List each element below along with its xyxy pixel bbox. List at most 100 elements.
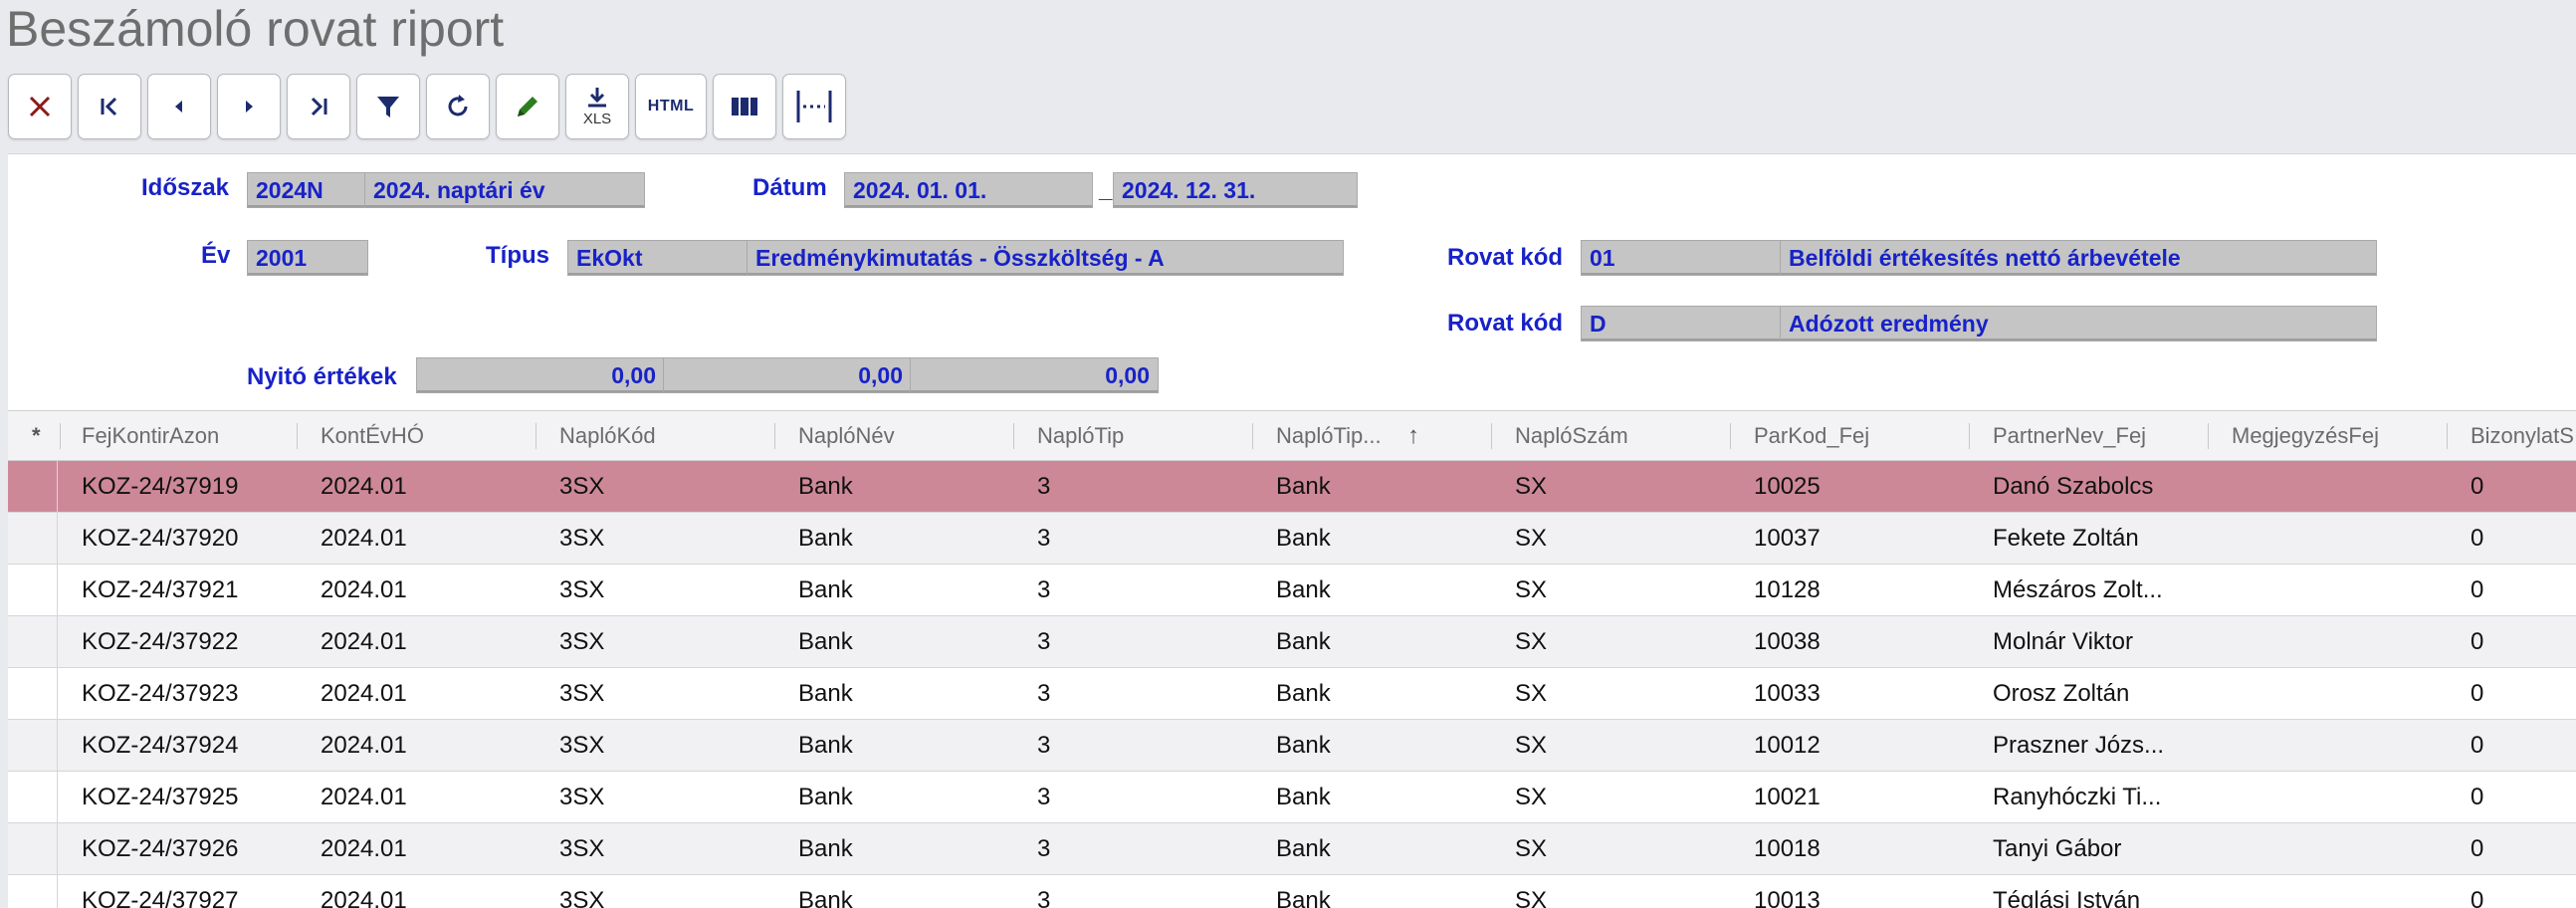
page-title: Beszámoló rovat riport: [6, 1, 505, 57]
table-row[interactable]: KOZ-24/37919 2024.01 3SX Bank 3 Bank SX 10025 Da…: [8, 461, 2576, 513]
column-header-naplotip-nev[interactable]: NaplóTip...: [1268, 411, 1417, 461]
cell-naplonev: Bank: [798, 732, 853, 759]
nyito-ertek-1-field[interactable]: 0,00: [416, 357, 665, 393]
cell-naplotip: 3: [1037, 732, 1051, 759]
close-button[interactable]: [8, 74, 72, 139]
table-row[interactable]: KOZ-24/37924 2024.01 3SX Bank 3 Bank SX 10012 Pr…: [8, 720, 2576, 772]
cell-naplokod: 3SX: [559, 835, 605, 862]
cell-naplotip-nev: Bank: [1276, 680, 1331, 707]
cell-fejkontirazon: KOZ-24/37920: [82, 525, 239, 552]
cell-partnernev-fej: Praszner Józs...: [1993, 732, 2165, 759]
filter-button[interactable]: [356, 74, 420, 139]
tipus-code-field[interactable]: EkOkt: [567, 240, 756, 276]
table-row[interactable]: KOZ-24/37927 2024.01 3SX Bank 3 Bank SX 10013 Té…: [8, 875, 2576, 908]
cell-parkod-fej: 10012: [1754, 732, 1821, 759]
ev-field[interactable]: 2001: [247, 240, 368, 276]
row-marker[interactable]: [8, 513, 58, 565]
rovat-kod-2-code-field[interactable]: D: [1581, 306, 1792, 341]
row-marker[interactable]: [8, 823, 58, 875]
cell-naplonev: Bank: [798, 473, 853, 500]
row-marker[interactable]: [8, 616, 58, 668]
datum-to-field[interactable]: 2024. 12. 31.: [1113, 172, 1358, 208]
grid-header: * FejKontirAzon KontÉvHÓ NaplóKód NaplóN…: [8, 411, 2576, 461]
nyito-ertekek-label: Nyitó értékek: [247, 363, 397, 390]
cell-naplotip-nev: Bank: [1276, 525, 1331, 552]
refresh-button[interactable]: [426, 74, 490, 139]
column-header-partnernev-fej[interactable]: PartnerNev_Fej: [1985, 411, 2204, 461]
filter-form: Időszak 2024N 2024. naptári év Dátum 202…: [8, 153, 2576, 410]
cell-naplotip: 3: [1037, 887, 1051, 908]
table-row[interactable]: KOZ-24/37923 2024.01 3SX Bank 3 Bank SX 10033 Or…: [8, 668, 2576, 720]
cell-fejkontirazon: KOZ-24/37925: [82, 784, 239, 810]
row-marker[interactable]: [8, 668, 58, 720]
columns-button[interactable]: [713, 74, 776, 139]
column-header-fejkontirazon[interactable]: FejKontirAzon: [74, 411, 293, 461]
cell-megjegyzesfej: [2224, 513, 2453, 565]
cell-partnernev-fej: Danó Szabolcs: [1993, 473, 2154, 500]
nyito-ertek-3-field[interactable]: 0,00: [910, 357, 1159, 393]
cell-parkod-fej: 10021: [1754, 784, 1821, 810]
column-width-button[interactable]: [782, 74, 846, 139]
cell-kontevho: 2024.01: [321, 680, 407, 707]
row-marker[interactable]: [8, 461, 58, 513]
idoszak-code-field[interactable]: 2024N: [247, 172, 372, 208]
column-header-naplotip[interactable]: NaplóTip: [1029, 411, 1248, 461]
filter-icon: [377, 97, 399, 117]
edit-button[interactable]: [496, 74, 559, 139]
cell-parkod-fej: 10025: [1754, 473, 1821, 500]
rovat-kod-1-code-field[interactable]: 01: [1581, 240, 1792, 276]
previous-record-button[interactable]: [147, 74, 211, 139]
column-header-naplonev[interactable]: NaplóNév: [790, 411, 1009, 461]
table-row[interactable]: KOZ-24/37926 2024.01 3SX Bank 3 Bank SX 10018 Ta…: [8, 823, 2576, 875]
cell-naplotip: 3: [1037, 473, 1051, 500]
cell-naplotip-nev: Bank: [1276, 732, 1331, 759]
cell-bizonylat: 0: [2470, 680, 2484, 707]
cell-naplonev: Bank: [798, 835, 853, 862]
cell-naplotip: 3: [1037, 628, 1051, 655]
cell-megjegyzesfej: [2224, 616, 2453, 668]
sort-ascending-icon[interactable]: ↑: [1407, 411, 1419, 461]
cell-kontevho: 2024.01: [321, 784, 407, 810]
table-row[interactable]: KOZ-24/37921 2024.01 3SX Bank 3 Bank SX 10128 Mé…: [8, 565, 2576, 616]
cell-partnernev-fej: Orosz Zoltán: [1993, 680, 2130, 707]
cell-megjegyzesfej: [2224, 875, 2453, 908]
column-header-bizonylat[interactable]: BizonylatS: [2463, 411, 2576, 461]
table-row[interactable]: KOZ-24/37922 2024.01 3SX Bank 3 Bank SX 10038 Mo…: [8, 616, 2576, 668]
column-header-kontevho[interactable]: KontÉvHÓ: [313, 411, 532, 461]
cell-naplonev: Bank: [798, 525, 853, 552]
idoszak-name-field[interactable]: 2024. naptári év: [364, 172, 645, 208]
rovat-kod-1-name-field[interactable]: Belföldi értékesítés nettó árbevétele: [1780, 240, 2377, 276]
cell-parkod-fej: 10013: [1754, 887, 1821, 908]
table-row[interactable]: KOZ-24/37920 2024.01 3SX Bank 3 Bank SX 10037 Fe…: [8, 513, 2576, 565]
row-marker[interactable]: [8, 565, 58, 616]
first-record-button[interactable]: [78, 74, 141, 139]
datum-from-field[interactable]: 2024. 01. 01.: [844, 172, 1093, 208]
cell-fejkontirazon: KOZ-24/37923: [82, 680, 239, 707]
cell-megjegyzesfej: [2224, 823, 2453, 875]
cell-parkod-fej: 10128: [1754, 576, 1821, 603]
row-marker[interactable]: [8, 875, 58, 908]
xls-label: XLS: [582, 111, 612, 127]
last-record-button[interactable]: [287, 74, 350, 139]
row-marker[interactable]: [8, 772, 58, 823]
column-header-naplokod[interactable]: NaplóKód: [551, 411, 770, 461]
cell-bizonylat: 0: [2470, 835, 2484, 862]
row-marker[interactable]: [8, 720, 58, 772]
cell-naplokod: 3SX: [559, 887, 605, 908]
column-header-parkod-fej[interactable]: ParKod_Fej: [1746, 411, 1965, 461]
tipus-name-field[interactable]: Eredménykimutatás - Összköltség - A: [747, 240, 1344, 276]
close-icon: [29, 96, 51, 117]
download-xls-button[interactable]: XLS: [565, 74, 629, 139]
cell-naplonev: Bank: [798, 887, 853, 908]
next-record-button[interactable]: [217, 74, 281, 139]
html-export-icon: HTML: [647, 98, 695, 114]
column-header-megjegyzesfej[interactable]: MegjegyzésFej: [2224, 411, 2443, 461]
nyito-ertek-2-field[interactable]: 0,00: [663, 357, 912, 393]
cell-naplokod: 3SX: [559, 576, 605, 603]
html-export-button[interactable]: HTML: [635, 74, 707, 139]
toolbar: XLS HTML: [8, 74, 852, 141]
column-header-naploszam[interactable]: NaplóSzám: [1507, 411, 1726, 461]
rovat-kod-2-name-field[interactable]: Adózott eredmény: [1780, 306, 2377, 341]
edit-pencil-icon: [518, 97, 537, 116]
table-row[interactable]: KOZ-24/37925 2024.01 3SX Bank 3 Bank SX 10021 Ra…: [8, 772, 2576, 823]
